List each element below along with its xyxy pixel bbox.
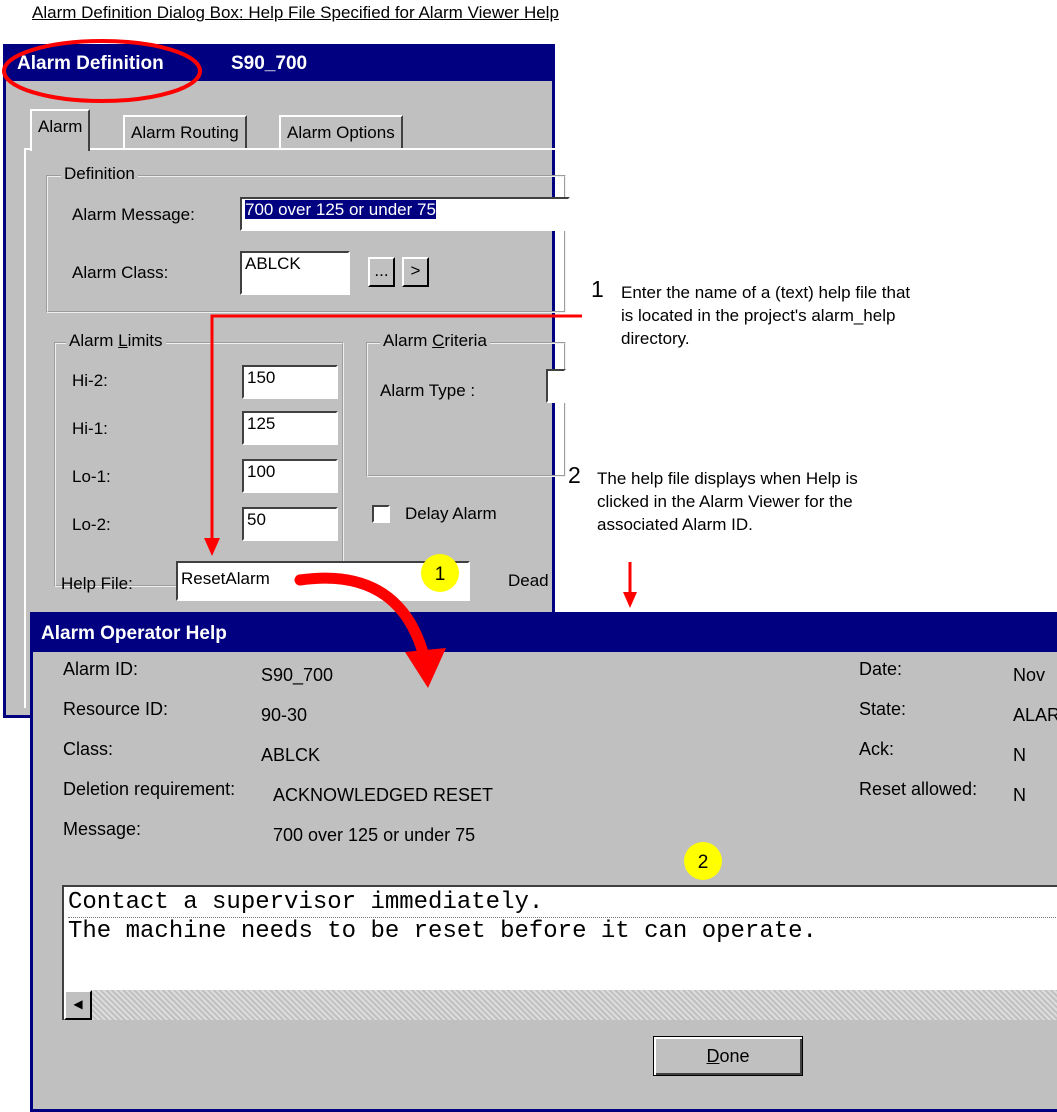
step1-arrowhead-icon [204, 538, 220, 556]
title-highlight-ellipse [2, 39, 202, 103]
annotation-overlay: 1 2 [2, 39, 722, 880]
step2-arrowhead-icon [623, 592, 637, 608]
curved-arrow-path [294, 572, 431, 666]
tab-alarm[interactable]: Alarm [30, 109, 91, 151]
badge-2-text: 2 [698, 852, 709, 873]
badge-1-text: 1 [435, 564, 446, 585]
step1-arrow-line [210, 314, 582, 540]
curved-arrowhead-icon [405, 648, 446, 688]
